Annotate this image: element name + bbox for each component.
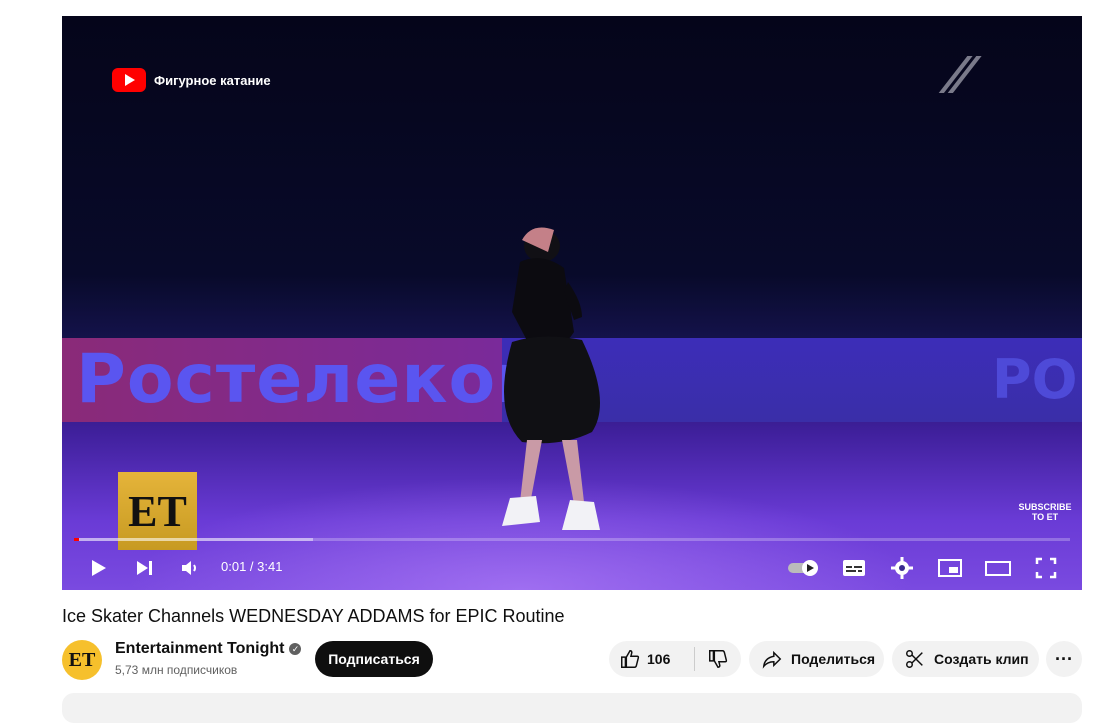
share-button[interactable]: Поделиться — [749, 641, 884, 677]
broadcaster-logo-icon: ⁄⁄ — [950, 45, 969, 105]
fullscreen-icon — [1035, 557, 1057, 579]
next-button[interactable] — [130, 554, 158, 582]
scissors-icon — [906, 650, 923, 668]
description-box[interactable] — [62, 693, 1082, 723]
verified-check-icon: ✓ — [289, 643, 302, 655]
like-count: 106 — [647, 651, 671, 667]
dislike-button[interactable] — [694, 641, 741, 677]
subscribe-overlay-line1: SUBSCRIBE — [1018, 502, 1072, 512]
youtube-logo-icon — [112, 68, 146, 92]
miniplayer-button[interactable] — [936, 554, 964, 582]
subscribe-button[interactable]: Подписаться — [315, 641, 433, 677]
next-icon — [137, 561, 152, 575]
subscribe-et-overlay[interactable]: SUBSCRIBE TO ET — [1018, 502, 1072, 522]
channel-brand-badge: Фигурное катание — [112, 68, 271, 92]
clip-label: Создать клип — [934, 651, 1029, 667]
progress-played — [74, 538, 79, 541]
channel-name: Entertainment Tonight — [115, 640, 285, 657]
share-label: Поделиться — [791, 651, 876, 667]
video-player[interactable]: Ростелеком РО Фигурное катание ⁄⁄ ET SUB… — [62, 16, 1082, 590]
skater-figure — [502, 227, 600, 530]
channel-avatar[interactable]: ET — [62, 640, 102, 680]
time-display: 0:01 / 3:41 — [221, 559, 283, 574]
miniplayer-icon — [938, 559, 962, 577]
play-button[interactable] — [84, 554, 112, 582]
video-title: Ice Skater Channels WEDNESDAY ADDAMS for… — [62, 606, 565, 626]
autoplay-toggle-icon — [788, 560, 818, 576]
thumbs-up-icon — [621, 650, 640, 668]
fullscreen-button[interactable] — [1032, 554, 1060, 582]
captions-icon — [843, 560, 865, 576]
subscriber-count: 5,73 млн подписчиков — [115, 663, 238, 677]
progress-loaded — [74, 538, 314, 541]
channel-name-link[interactable]: Entertainment Tonight ✓ — [115, 640, 302, 658]
captions-button[interactable] — [840, 554, 868, 582]
gear-icon — [891, 557, 913, 579]
theater-mode-button[interactable] — [984, 554, 1012, 582]
player-controls: 0:01 / 3:41 — [62, 546, 1082, 590]
volume-icon — [182, 561, 196, 575]
like-dislike-group: 106 — [609, 641, 741, 677]
autoplay-toggle[interactable] — [786, 554, 822, 582]
arena-board-text-right: РО — [992, 348, 1078, 411]
progress-bar[interactable] — [74, 538, 1070, 541]
theater-icon — [985, 561, 1011, 576]
play-icon — [92, 560, 106, 576]
more-actions-button[interactable]: ··· — [1046, 641, 1082, 677]
share-arrow-icon — [762, 650, 782, 669]
subscribe-overlay-line2: TO ET — [1031, 512, 1059, 522]
brand-text: Фигурное катание — [154, 72, 271, 88]
settings-button[interactable] — [888, 554, 916, 582]
create-clip-button[interactable]: Создать клип — [892, 641, 1039, 677]
thumbs-down-icon — [708, 650, 727, 668]
like-button[interactable]: 106 — [609, 641, 694, 677]
mute-button[interactable] — [176, 554, 204, 582]
